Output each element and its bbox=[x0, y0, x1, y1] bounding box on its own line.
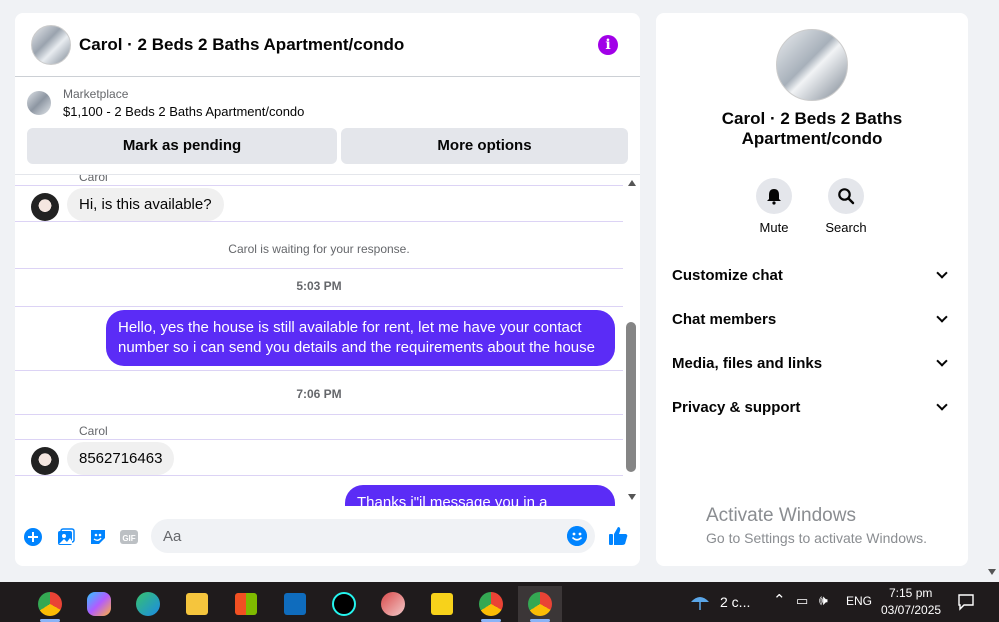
plus-icon[interactable] bbox=[23, 527, 43, 547]
timestamp: 7:06 PM bbox=[296, 387, 342, 401]
chrome-profile-1-icon[interactable] bbox=[28, 586, 72, 622]
message-scrollbar[interactable] bbox=[624, 174, 640, 506]
chat-header: Carol · 2 Beds 2 Baths Apartment/condo i bbox=[15, 13, 640, 77]
taskbar: 2 c... ⌃ ▭ 🕪 ENG 7:15 pm 03/07/2025 bbox=[0, 582, 999, 622]
clock-date[interactable]: 03/07/2025 bbox=[881, 603, 941, 617]
clock-time[interactable]: 7:15 pm bbox=[889, 586, 932, 600]
search-button[interactable]: Search bbox=[816, 178, 876, 235]
weather-rain-icon[interactable] bbox=[689, 592, 711, 612]
outlook-icon[interactable] bbox=[273, 586, 317, 622]
message-bubble-incoming[interactable]: 8562716463 bbox=[67, 442, 175, 475]
tiktok-icon[interactable] bbox=[322, 586, 366, 622]
mute-button[interactable]: Mute bbox=[744, 178, 804, 235]
message-line: number so i can send you details and the… bbox=[118, 339, 595, 356]
divider bbox=[15, 439, 623, 440]
info-icon[interactable]: i bbox=[598, 35, 618, 55]
divider bbox=[15, 475, 623, 476]
row-label: Media, files and links bbox=[672, 354, 823, 372]
watermark-title: Activate Windows bbox=[706, 505, 856, 526]
copilot-icon[interactable] bbox=[77, 586, 121, 622]
activate-windows-watermark: Activate Windows Go to Settings to activ… bbox=[706, 505, 927, 546]
svg-text:GIF: GIF bbox=[122, 534, 135, 543]
marketplace-listing[interactable]: Marketplace $1,100 - 2 Beds 2 Baths Apar… bbox=[27, 87, 304, 119]
chevron-down-icon bbox=[936, 267, 948, 279]
bell-icon bbox=[767, 189, 781, 205]
mark-as-pending-button[interactable]: Mark as pending bbox=[27, 128, 337, 164]
conversation-info-panel: Carol · 2 Beds 2 Baths Apartment/condo M… bbox=[656, 13, 968, 566]
marketplace-label: Marketplace bbox=[63, 87, 129, 101]
message-list: Carol Hi, is this available? Carol is wa… bbox=[15, 174, 640, 506]
speaker-icon[interactable]: 🕪 bbox=[819, 592, 828, 609]
row-label: Customize chat bbox=[672, 266, 783, 284]
chrome-profile-2-icon[interactable] bbox=[469, 586, 513, 622]
media-files-links-row[interactable]: Media, files and links bbox=[672, 341, 952, 385]
search-icon bbox=[838, 188, 855, 205]
avatar[interactable] bbox=[31, 193, 59, 221]
battery-icon[interactable]: ▭ bbox=[796, 593, 808, 609]
sticky-notes-icon[interactable] bbox=[420, 586, 464, 622]
microsoft-store-icon[interactable] bbox=[224, 586, 268, 622]
divider bbox=[15, 414, 623, 415]
page: Carol · 2 Beds 2 Baths Apartment/condo i… bbox=[0, 0, 999, 622]
divider bbox=[15, 268, 623, 269]
message-bubble-outgoing[interactable]: Hello, yes the house is still available … bbox=[106, 310, 615, 366]
waiting-notice: Carol is waiting for your response. bbox=[228, 242, 410, 256]
emoji-icon[interactable] bbox=[567, 526, 587, 546]
chat-title[interactable]: Carol · 2 Beds 2 Baths Apartment/condo bbox=[79, 35, 404, 55]
message-line: Hello, yes the house is still available … bbox=[118, 319, 582, 336]
gallery-icon[interactable] bbox=[56, 527, 76, 547]
privacy-support-row[interactable]: Privacy & support bbox=[672, 385, 952, 429]
profile-avatar[interactable] bbox=[776, 29, 848, 101]
search-label: Search bbox=[825, 220, 867, 235]
watermark-subtitle: Go to Settings to activate Windows. bbox=[706, 530, 927, 546]
message-sender: Carol bbox=[79, 174, 108, 184]
chevron-up-icon[interactable]: ⌃ bbox=[773, 591, 786, 609]
message-sender: Carol bbox=[79, 424, 108, 438]
scroll-up-arrow[interactable] bbox=[628, 180, 636, 186]
chat-members-row[interactable]: Chat members bbox=[672, 297, 952, 341]
sticker-icon[interactable] bbox=[88, 527, 108, 547]
chat-panel: Carol · 2 Beds 2 Baths Apartment/condo i… bbox=[15, 13, 640, 566]
message-input-placeholder: Aa bbox=[163, 528, 182, 545]
listing-price: $1,100 - 2 Beds 2 Baths Apartment/condo bbox=[63, 104, 305, 119]
chrome-profile-3-icon[interactable] bbox=[518, 586, 562, 622]
listing-thumbnail bbox=[27, 91, 51, 115]
customize-chat-row[interactable]: Customize chat bbox=[672, 253, 952, 297]
weather-text[interactable]: 2 c... bbox=[720, 594, 750, 610]
chevron-down-icon bbox=[936, 311, 948, 323]
scroll-thumb[interactable] bbox=[626, 322, 636, 472]
gif-icon[interactable]: GIF bbox=[119, 527, 139, 547]
chevron-down-icon bbox=[936, 399, 948, 411]
more-options-button[interactable]: More options bbox=[341, 128, 628, 164]
scroll-down-arrow[interactable] bbox=[628, 494, 636, 500]
page-scroll-down-arrow[interactable] bbox=[988, 569, 996, 575]
row-label: Privacy & support bbox=[672, 398, 801, 416]
message-bubble-outgoing[interactable]: Thanks i"il message you in a moment bbox=[345, 485, 615, 506]
divider bbox=[15, 370, 623, 371]
app-icon[interactable] bbox=[371, 586, 415, 622]
divider bbox=[15, 185, 623, 186]
file-explorer-icon[interactable] bbox=[175, 586, 219, 622]
message-bubble-incoming[interactable]: Hi, is this available? bbox=[67, 188, 224, 221]
edge-icon[interactable] bbox=[126, 586, 170, 622]
chat-avatar[interactable] bbox=[31, 24, 71, 65]
composer: GIF Aa bbox=[15, 513, 640, 561]
chevron-down-icon bbox=[936, 355, 948, 367]
mute-label: Mute bbox=[759, 220, 789, 235]
notification-icon[interactable] bbox=[957, 593, 975, 611]
divider bbox=[15, 306, 623, 307]
like-icon[interactable] bbox=[607, 525, 629, 547]
avatar[interactable] bbox=[31, 447, 59, 475]
profile-title: Carol · 2 Beds 2 Baths Apartment/condo bbox=[721, 109, 903, 148]
row-label: Chat members bbox=[672, 310, 777, 328]
timestamp: 5:03 PM bbox=[296, 279, 342, 293]
divider bbox=[15, 221, 623, 222]
language-indicator[interactable]: ENG bbox=[846, 594, 872, 608]
message-input[interactable]: Aa bbox=[151, 519, 595, 553]
